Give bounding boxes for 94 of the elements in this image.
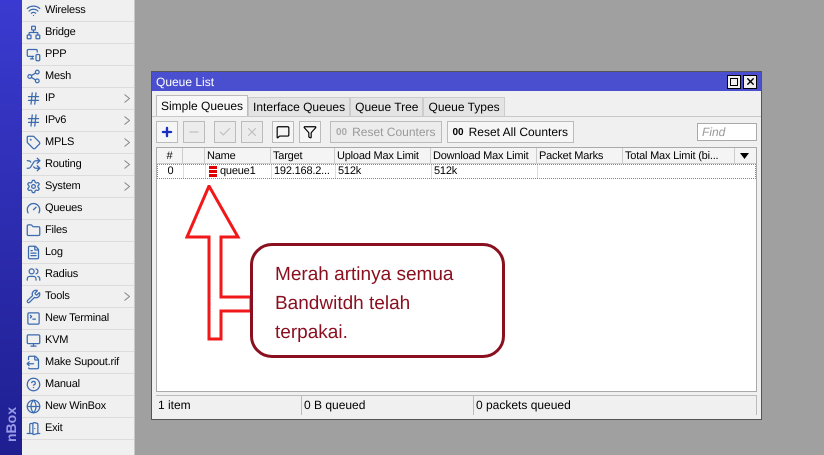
- filter-button[interactable]: [299, 121, 321, 143]
- menu-item[interactable]: Radius: [22, 264, 134, 286]
- table-row[interactable]: 0 queue1 192.168.2... 512k 512k: [157, 164, 756, 179]
- dropdown-triangle-icon: [740, 152, 748, 158]
- menu-item-label: Manual: [45, 377, 81, 392]
- callout-text: Merah artinya semua Bandwitdh telah terpakai.: [275, 263, 454, 345]
- cross-icon: [245, 125, 259, 139]
- filter-icon: [303, 125, 317, 139]
- shuffle-icon: [26, 157, 41, 172]
- menu-item-label: Log: [45, 245, 64, 260]
- menu-item-label: Queues: [45, 201, 84, 216]
- table-cell: 0: [158, 165, 184, 178]
- bridge-icon: [26, 25, 41, 40]
- menu-item-label: New Terminal: [45, 311, 110, 326]
- menu-item-label: Tools: [45, 289, 71, 304]
- window-title: Queue List: [156, 74, 216, 90]
- tab[interactable]: Queue Types: [423, 97, 505, 116]
- tag-icon: [26, 135, 41, 150]
- menu-item-label: Make Supout.rif: [45, 355, 120, 370]
- menu-item[interactable]: Exit: [22, 418, 134, 440]
- menu-item[interactable]: Make Supout.rif: [22, 352, 134, 374]
- terminal-icon: [26, 311, 41, 326]
- menu-item-label: System: [45, 179, 82, 194]
- menu-item[interactable]: Queues: [22, 198, 134, 220]
- globe-icon: [26, 399, 41, 414]
- add-icon: [160, 125, 174, 139]
- door-icon: [26, 421, 41, 436]
- column-header[interactable]: #: [157, 148, 183, 163]
- table-cell: 512k: [336, 165, 432, 178]
- menu-item[interactable]: MPLS: [22, 132, 134, 154]
- menu-item-label: KVM: [45, 333, 70, 348]
- nodes-icon: [26, 69, 41, 84]
- tab[interactable]: Queue Tree: [350, 97, 424, 116]
- brand-label: nBox: [2, 407, 20, 442]
- close-button[interactable]: [743, 74, 757, 88]
- menu-item-label: PPP: [45, 47, 68, 62]
- status-text: 0 packets queued: [474, 396, 757, 415]
- menu-item-label: Bridge: [45, 25, 77, 40]
- menu-item-label: New WinBox: [45, 399, 107, 414]
- comment-icon: [276, 125, 290, 139]
- menu-item[interactable]: PPP: [22, 44, 134, 66]
- table-cell: 512k: [432, 165, 538, 178]
- column-header[interactable]: Packet Marks: [537, 148, 623, 163]
- users-icon: [26, 267, 41, 282]
- status-text: 0 B queued: [302, 396, 474, 415]
- menu-item-label: IPv6: [45, 113, 68, 128]
- gear-icon: [26, 179, 41, 194]
- menu-item[interactable]: IPv6: [22, 110, 134, 132]
- status-text: 1 item: [156, 396, 302, 415]
- menu-item-label: Mesh: [45, 69, 72, 84]
- menu-item[interactable]: Tools: [22, 286, 134, 308]
- column-header[interactable]: Total Max Limit (bi...: [623, 148, 735, 163]
- menu-item[interactable]: KVM: [22, 330, 134, 352]
- menu-item-label: Files: [45, 223, 68, 238]
- column-header[interactable]: Target: [271, 148, 335, 163]
- folder-icon: [26, 223, 41, 238]
- table-cell: queue1: [206, 165, 272, 178]
- menu-item[interactable]: Mesh: [22, 66, 134, 88]
- close-icon: [744, 76, 756, 87]
- menu-item[interactable]: IP: [22, 88, 134, 110]
- tab[interactable]: Simple Queues: [156, 95, 248, 116]
- comment-button[interactable]: [272, 121, 294, 143]
- menu-item[interactable]: Bridge: [22, 22, 134, 44]
- table-cell: 192.168.2...: [272, 165, 336, 178]
- menu-item[interactable]: Wireless: [22, 0, 134, 22]
- menu-item[interactable]: System: [22, 176, 134, 198]
- reset-counters-button[interactable]: 00 Reset All Counters: [446, 121, 574, 143]
- menu-item[interactable]: New WinBox: [22, 396, 134, 418]
- column-header[interactable]: Download Max Limit: [431, 148, 537, 163]
- menu-item[interactable]: Log: [22, 242, 134, 264]
- column-header[interactable]: Name: [205, 148, 271, 163]
- monitor-icon: [26, 47, 41, 62]
- wrench-icon: [26, 289, 41, 304]
- menu-item-label: MPLS: [45, 135, 76, 150]
- antenna-icon: [26, 3, 41, 18]
- menu-item[interactable]: Manual: [22, 374, 134, 396]
- help-icon: [26, 377, 41, 392]
- gauge-icon: [26, 201, 41, 216]
- monitor-icon: [26, 333, 41, 348]
- add-button[interactable]: [156, 121, 178, 143]
- menu-item-label: Routing: [45, 157, 83, 172]
- menu-item-label: Wireless: [45, 3, 87, 18]
- menu-item-label: Exit: [45, 421, 64, 436]
- document-icon: [26, 355, 41, 370]
- menu-item-label: Radius: [45, 267, 80, 282]
- find-field[interactable]: Find: [697, 123, 757, 141]
- menu-item[interactable]: New Terminal: [22, 308, 134, 330]
- column-header[interactable]: Upload Max Limit: [335, 148, 431, 163]
- menu-item[interactable]: Files: [22, 220, 134, 242]
- menu-item[interactable]: Routing: [22, 154, 134, 176]
- maximize-button[interactable]: [727, 74, 741, 88]
- document-icon: [26, 245, 41, 260]
- tab[interactable]: Interface Queues: [248, 97, 350, 116]
- menu-item-label: IP: [45, 91, 56, 106]
